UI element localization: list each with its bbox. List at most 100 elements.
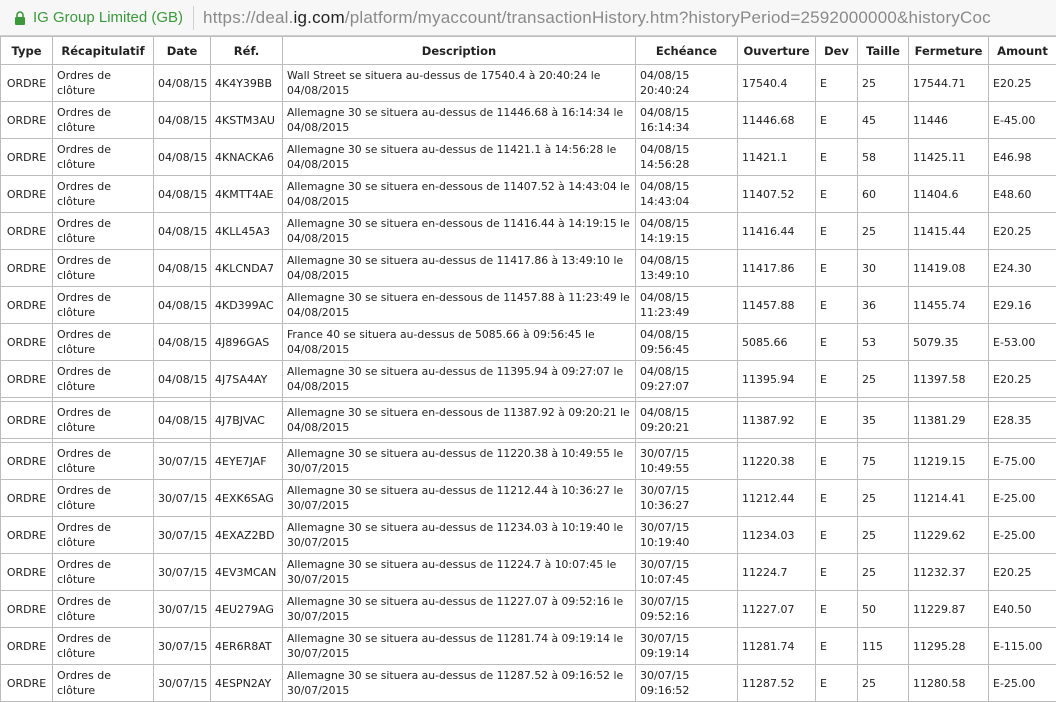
cell-amount: E-115.00: [989, 628, 1056, 665]
cell-size: 30: [858, 250, 909, 287]
cell-ref: 4J7BJVAC: [211, 402, 283, 439]
cell-description: Allemagne 30 se situera au-dessus de 112…: [283, 591, 636, 628]
cell-description: Allemagne 30 se situera au-dessus de 114…: [283, 102, 636, 139]
table-row: ORDREOrdres de clôture30/07/154EXAZ2BDAl…: [1, 517, 1056, 554]
cell-date: 04/08/15: [154, 250, 211, 287]
cell-ref: 4EU279AG: [211, 591, 283, 628]
cell-size: 50: [858, 591, 909, 628]
cell-open: 11212.44: [738, 480, 816, 517]
cell-amount: E-25.00: [989, 517, 1056, 554]
cell-open: 11387.92: [738, 402, 816, 439]
cell-close: 11229.62: [909, 517, 989, 554]
cell-description: Allemagne 30 se situera au-dessus de 112…: [283, 554, 636, 591]
cell-summary: Ordres de clôture: [53, 324, 154, 361]
address-separator: [193, 6, 194, 30]
cell-close: 11295.28: [909, 628, 989, 665]
cell-amount: E29.16: [989, 287, 1056, 324]
cell-expiry: 04/08/15 13:49:10: [636, 250, 738, 287]
cell-size: 25: [858, 480, 909, 517]
cell-date: 04/08/15: [154, 176, 211, 213]
cell-type: ORDRE: [1, 250, 53, 287]
url-text[interactable]: https://deal.ig.com/platform/myaccount/t…: [203, 8, 991, 28]
cell-ref: 4KNACKA6: [211, 139, 283, 176]
table-row: ORDREOrdres de clôture30/07/154EYE7JAFAl…: [1, 443, 1056, 480]
cell-size: 25: [858, 213, 909, 250]
cell-currency: E: [816, 628, 858, 665]
cell-type: ORDRE: [1, 517, 53, 554]
table-row: ORDREOrdres de clôture04/08/154KNACKA6Al…: [1, 139, 1056, 176]
cell-summary: Ordres de clôture: [53, 361, 154, 398]
lock-icon: [14, 11, 26, 25]
column-header-open[interactable]: Ouverture: [738, 37, 816, 65]
address-bar[interactable]: IG Group Limited (GB) https://deal.ig.co…: [0, 0, 1056, 36]
cell-summary: Ordres de clôture: [53, 628, 154, 665]
cell-date: 30/07/15: [154, 443, 211, 480]
table-row: ORDREOrdres de clôture04/08/154K4Y39BBWa…: [1, 65, 1056, 102]
column-header-amount[interactable]: Amount: [989, 37, 1056, 65]
cell-description: Allemagne 30 se situera au-dessus de 112…: [283, 480, 636, 517]
column-header-expiry[interactable]: Echéance: [636, 37, 738, 65]
cell-amount: E46.98: [989, 139, 1056, 176]
cell-type: ORDRE: [1, 665, 53, 702]
cell-amount: E48.60: [989, 176, 1056, 213]
cell-expiry: 04/08/15 14:56:28: [636, 139, 738, 176]
cell-date: 04/08/15: [154, 361, 211, 398]
column-header-size[interactable]: Taille: [858, 37, 909, 65]
site-identity[interactable]: IG Group Limited (GB): [33, 9, 183, 26]
cell-ref: 4KSTM3AU: [211, 102, 283, 139]
cell-open: 17540.4: [738, 65, 816, 102]
cell-type: ORDRE: [1, 324, 53, 361]
column-header-close[interactable]: Fermeture: [909, 37, 989, 65]
cell-description: Allemagne 30 se situera au-dessus de 113…: [283, 361, 636, 398]
url-path: /platform/myaccount/transactionHistory.h…: [345, 8, 991, 27]
cell-type: ORDRE: [1, 139, 53, 176]
cell-date: 04/08/15: [154, 402, 211, 439]
cell-description: Allemagne 30 se situera au-dessus de 112…: [283, 517, 636, 554]
cell-expiry: 30/07/15 10:07:45: [636, 554, 738, 591]
column-header-type[interactable]: Type: [1, 37, 53, 65]
cell-size: 25: [858, 65, 909, 102]
column-header-currency[interactable]: Dev: [816, 37, 858, 65]
cell-summary: Ordres de clôture: [53, 213, 154, 250]
cell-summary: Ordres de clôture: [53, 65, 154, 102]
cell-amount: E-53.00: [989, 324, 1056, 361]
table-row: ORDREOrdres de clôture04/08/154J7SA4AYAl…: [1, 361, 1056, 398]
cell-date: 30/07/15: [154, 554, 211, 591]
cell-close: 11455.74: [909, 287, 989, 324]
column-header-description[interactable]: Description: [283, 37, 636, 65]
cell-open: 5085.66: [738, 324, 816, 361]
cell-open: 11234.03: [738, 517, 816, 554]
cell-currency: E: [816, 361, 858, 398]
cell-summary: Ordres de clôture: [53, 665, 154, 702]
cell-description: Allemagne 30 se situera au-dessus de 112…: [283, 665, 636, 702]
cell-amount: E-25.00: [989, 665, 1056, 702]
table-row: ORDREOrdres de clôture04/08/154J7BJVACAl…: [1, 402, 1056, 439]
cell-currency: E: [816, 213, 858, 250]
cell-expiry: 30/07/15 09:52:16: [636, 591, 738, 628]
cell-summary: Ordres de clôture: [53, 287, 154, 324]
column-header-date[interactable]: Date: [154, 37, 211, 65]
column-header-ref[interactable]: Réf.: [211, 37, 283, 65]
cell-open: 11421.1: [738, 139, 816, 176]
cell-date: 30/07/15: [154, 517, 211, 554]
cell-expiry: 04/08/15 09:20:21: [636, 402, 738, 439]
cell-close: 11381.29: [909, 402, 989, 439]
cell-expiry: 04/08/15 09:27:07: [636, 361, 738, 398]
cell-type: ORDRE: [1, 65, 53, 102]
cell-summary: Ordres de clôture: [53, 554, 154, 591]
cell-amount: E-75.00: [989, 443, 1056, 480]
table-header-row: Type Récapitulatif Date Réf. Description…: [1, 37, 1056, 65]
cell-close: 11415.44: [909, 213, 989, 250]
cell-description: Allemagne 30 se situera au-dessus de 112…: [283, 443, 636, 480]
cell-description: France 40 se situera au-dessus de 5085.6…: [283, 324, 636, 361]
cell-description: Wall Street se situera au-dessus de 1754…: [283, 65, 636, 102]
cell-currency: E: [816, 480, 858, 517]
cell-ref: 4EXK6SAG: [211, 480, 283, 517]
cell-ref: 4ER6R8AT: [211, 628, 283, 665]
table-row: ORDREOrdres de clôture30/07/154EV3MCANAl…: [1, 554, 1056, 591]
cell-open: 11287.52: [738, 665, 816, 702]
column-header-summary[interactable]: Récapitulatif: [53, 37, 154, 65]
cell-description: Allemagne 30 se situera au-dessus de 114…: [283, 139, 636, 176]
cell-close: 17544.71: [909, 65, 989, 102]
cell-ref: 4KMTT4AE: [211, 176, 283, 213]
